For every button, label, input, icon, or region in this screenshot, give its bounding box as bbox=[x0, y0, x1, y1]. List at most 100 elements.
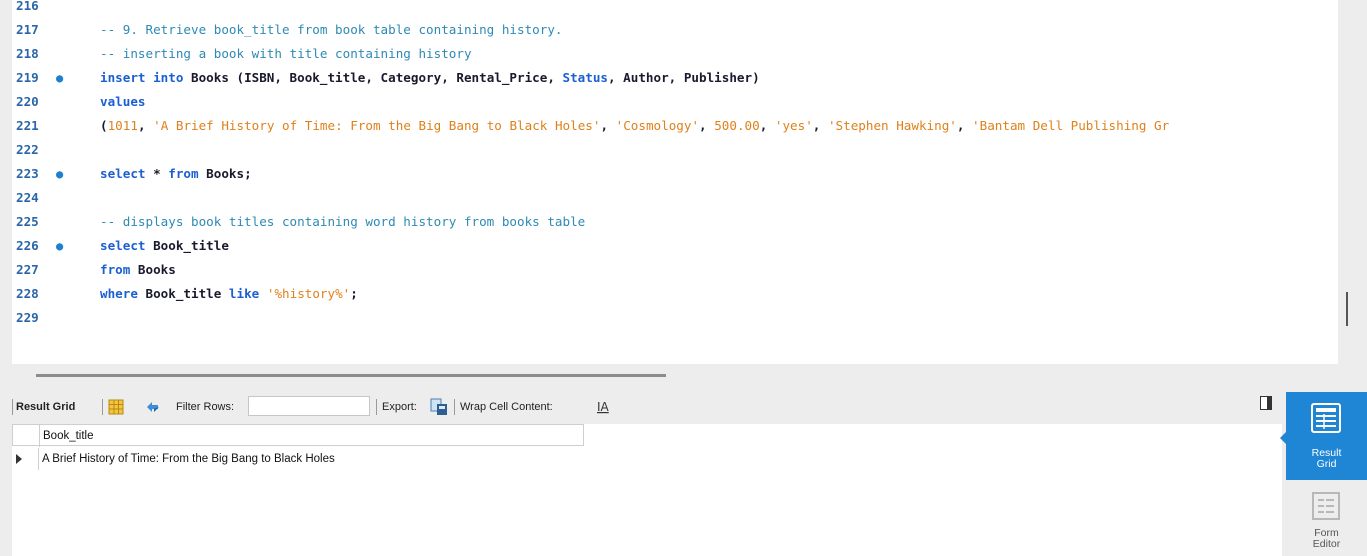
result-toolbar: Result Grid Filter Rows: Export: Wrap Ce… bbox=[12, 394, 1282, 420]
result-grid-label-2: Grid bbox=[1316, 458, 1337, 470]
code-text: select Book_title bbox=[100, 234, 229, 258]
code-token: values bbox=[100, 94, 146, 109]
line-number: 220 bbox=[16, 94, 39, 109]
code-token: , bbox=[699, 118, 715, 133]
line-number: 218 bbox=[16, 46, 39, 61]
result-grid-button[interactable]: Result Grid bbox=[1280, 392, 1367, 480]
sql-editor[interactable]: 216 217 -- 9. Retrieve book_title from boo… bbox=[12, 0, 1338, 364]
grid-header: Book_title bbox=[12, 424, 584, 447]
filter-rows-label: Filter Rows: bbox=[176, 401, 235, 413]
result-grid: Book_title A Brief History of Time: From… bbox=[12, 424, 1282, 556]
code-token: Status bbox=[562, 70, 609, 85]
line-number: 222 bbox=[16, 142, 39, 157]
code-token: -- inserting a book with title containin… bbox=[100, 46, 472, 61]
code-token: where bbox=[100, 286, 138, 301]
code-line[interactable]: 227 from Books bbox=[12, 258, 1338, 282]
code-token: 'Bantam Dell Publishing Gr bbox=[972, 118, 1170, 133]
grid-layout-icon[interactable] bbox=[108, 399, 124, 415]
code-token: 500.00 bbox=[714, 118, 760, 133]
code-token: '%history%' bbox=[266, 286, 351, 301]
svg-text:IA: IA bbox=[597, 400, 610, 414]
code-token: 'Stephen Hawking' bbox=[827, 118, 957, 133]
code-token: , bbox=[137, 118, 154, 133]
line-number: 228 bbox=[16, 286, 39, 301]
toolbar-separator bbox=[376, 399, 377, 415]
header-rowmarker-separator bbox=[39, 425, 40, 447]
form-editor-icon bbox=[1310, 490, 1342, 525]
statement-marker-icon[interactable]: ● bbox=[56, 66, 63, 90]
line-number: 216 bbox=[16, 0, 39, 13]
editor-scrollbar-thumb[interactable] bbox=[1346, 292, 1348, 326]
code-line[interactable]: 219 ● insert into Books (ISBN, Book_title,… bbox=[12, 66, 1338, 90]
toolbar-separator bbox=[12, 399, 13, 415]
line-number: 229 bbox=[16, 310, 39, 325]
code-token: , bbox=[759, 118, 775, 133]
code-line[interactable]: 217 -- 9. Retrieve book_title from book t… bbox=[12, 18, 1338, 42]
code-text: -- inserting a book with title containin… bbox=[100, 42, 472, 66]
code-token: from bbox=[100, 262, 131, 277]
code-token: -- 9. Retrieve book_title from book tabl… bbox=[100, 22, 563, 37]
form-editor-button[interactable]: Form Editor bbox=[1286, 484, 1367, 556]
code-token: Books bbox=[130, 262, 176, 277]
code-token: ( bbox=[100, 118, 108, 133]
result-grid-icon bbox=[1310, 402, 1342, 437]
code-text: -- 9. Retrieve book_title from book tabl… bbox=[100, 18, 563, 42]
code-line[interactable]: 226 ● select Book_title bbox=[12, 234, 1338, 258]
row-marker-separator bbox=[38, 448, 39, 470]
row-pointer-icon bbox=[16, 454, 22, 464]
table-row[interactable]: A Brief History of Time: From the Big Ba… bbox=[12, 448, 1282, 470]
line-number: 224 bbox=[16, 190, 39, 205]
code-text: -- displays book titles containing word … bbox=[100, 210, 585, 234]
code-line[interactable]: 228 where Book_title like '%history%'; bbox=[12, 282, 1338, 306]
refresh-icon[interactable] bbox=[144, 399, 162, 415]
column-header-book-title[interactable]: Book_title bbox=[43, 425, 94, 447]
code-text: select * from Books; bbox=[100, 162, 252, 186]
code-token: Books (ISBN, Book_title, Category, Renta… bbox=[183, 70, 563, 85]
toolbar-separator bbox=[454, 399, 455, 415]
toolbar-separator bbox=[102, 399, 103, 415]
code-line[interactable]: 225 -- displays book titles containing wo… bbox=[12, 210, 1338, 234]
code-token: 'yes' bbox=[774, 118, 813, 133]
code-token: , bbox=[956, 118, 973, 133]
line-number: 217 bbox=[16, 22, 39, 37]
filter-rows-input[interactable] bbox=[248, 396, 370, 416]
grid-cell[interactable]: A Brief History of Time: From the Big Ba… bbox=[42, 448, 335, 470]
code-token: * bbox=[145, 166, 169, 181]
form-editor-label-2: Editor bbox=[1312, 538, 1341, 550]
code-line[interactable]: 222 bbox=[12, 138, 1338, 162]
code-token: select bbox=[100, 166, 146, 181]
export-label: Export: bbox=[382, 401, 417, 413]
code-token: Books; bbox=[198, 166, 252, 181]
export-icon[interactable] bbox=[430, 398, 448, 416]
wrap-text-icon[interactable]: IA bbox=[596, 398, 610, 414]
code-line[interactable]: 216 bbox=[12, 0, 1338, 18]
code-line[interactable]: 223 ● select * from Books; bbox=[12, 162, 1338, 186]
result-side-panel: Result Grid Form Editor bbox=[1280, 388, 1367, 556]
code-line[interactable]: 220 values bbox=[12, 90, 1338, 114]
toggle-panel-icon[interactable] bbox=[1260, 396, 1272, 410]
code-token: 'Cosmology' bbox=[615, 118, 700, 133]
code-token: insert into bbox=[100, 70, 184, 85]
code-token: from bbox=[168, 166, 199, 181]
code-token: Book_title bbox=[145, 238, 229, 253]
code-line[interactable]: 221 (1011, 'A Brief History of Time: From… bbox=[12, 114, 1338, 138]
code-token: 1011 bbox=[107, 118, 138, 133]
code-token: ; bbox=[350, 286, 358, 301]
code-line[interactable]: 224 bbox=[12, 186, 1338, 210]
code-line[interactable]: 218 -- inserting a book with title contai… bbox=[12, 42, 1338, 66]
statement-marker-icon[interactable]: ● bbox=[56, 162, 63, 186]
result-grid-tab[interactable]: Result Grid bbox=[16, 394, 75, 420]
code-token: , Author, Publisher) bbox=[608, 70, 760, 85]
line-number: 225 bbox=[16, 214, 39, 229]
statement-marker-icon[interactable]: ● bbox=[56, 234, 63, 258]
line-number: 221 bbox=[16, 118, 39, 133]
active-indicator bbox=[1280, 432, 1286, 444]
code-token: like bbox=[228, 286, 260, 301]
code-text: (1011, 'A Brief History of Time: From th… bbox=[100, 114, 1169, 138]
code-token: , bbox=[600, 118, 616, 133]
code-token: -- displays book titles containing word … bbox=[100, 214, 586, 229]
code-line[interactable]: 229 bbox=[12, 306, 1338, 330]
pane-splitter[interactable] bbox=[36, 374, 666, 377]
wrap-cell-label: Wrap Cell Content: bbox=[460, 401, 553, 413]
